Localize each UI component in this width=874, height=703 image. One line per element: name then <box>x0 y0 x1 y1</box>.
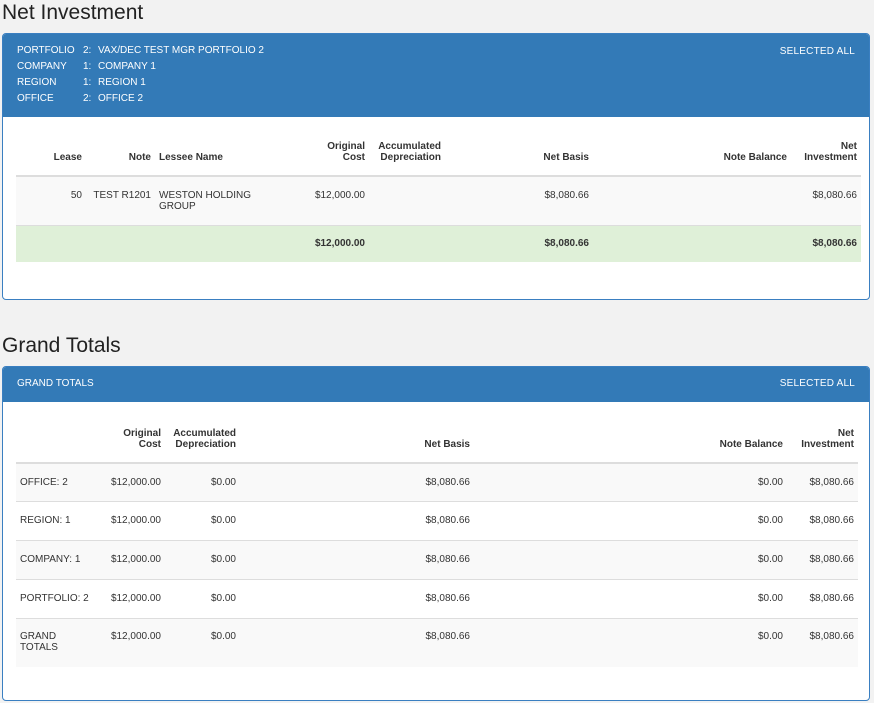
total-cell-note <box>86 224 155 262</box>
cell-note-balance: $0.00 <box>474 539 787 579</box>
cell-net-basis: $8,080.66 <box>445 175 593 225</box>
grand-totals-panel: GRAND TOTALS SELECTED ALL Original Cost A… <box>2 366 870 701</box>
cell-net-basis: $8,080.66 <box>240 578 474 618</box>
table-row: REGION: 1 $12,000.00 $0.00 $8,080.66 $0.… <box>16 500 858 540</box>
header-num: 1: <box>83 77 92 88</box>
table-row: OFFICE: 2 $12,000.00 $0.00 $8,080.66 $0.… <box>16 462 858 501</box>
total-cell-note-balance <box>593 224 791 262</box>
cell-original-cost: $12,000.00 <box>102 617 165 667</box>
header-num: 1: <box>83 61 92 72</box>
col-net-basis: Net Basis <box>240 427 474 464</box>
cell-net-basis: $8,080.66 <box>240 617 474 667</box>
cell-net-investment: $8,080.66 <box>787 462 858 501</box>
header-row-portfolio: PORTFOLIO 2: VAX/DEC TEST MGR PORTFOLIO 2 <box>17 43 264 59</box>
grand-totals-panel-header: GRAND TOTALS SELECTED ALL <box>3 367 869 402</box>
total-cell-lease <box>16 224 86 262</box>
cell-note-balance: $0.00 <box>474 578 787 618</box>
col-original-cost: Original Cost <box>289 141 369 177</box>
page-title-grand-totals: Grand Totals <box>2 334 121 357</box>
total-cell-lessee-name <box>155 224 289 262</box>
cell-net-basis: $8,080.66 <box>240 539 474 579</box>
cell-net-basis: $8,080.66 <box>240 462 474 501</box>
cell-label: COMPANY: 1 <box>16 539 102 579</box>
col-lease: Lease <box>16 141 86 177</box>
total-row: $12,000.00 $8,080.66 $8,080.66 <box>16 224 861 262</box>
cell-accumulated-depreciation: $0.00 <box>165 500 240 540</box>
cell-label: GRAND TOTALS <box>16 617 102 667</box>
header-key: COMPANY <box>17 61 67 72</box>
cell-accumulated-depreciation: $0.00 <box>165 539 240 579</box>
cell-accumulated-depreciation: $0.00 <box>165 462 240 501</box>
net-investment-table: Lease Note Lessee Name Original Cost Accu… <box>16 141 861 262</box>
cell-accumulated-depreciation: $0.00 <box>165 617 240 667</box>
cell-label: REGION: 1 <box>16 500 102 540</box>
col-net-basis: Net Basis <box>445 141 593 177</box>
header-row-region: REGION 1: REGION 1 <box>17 75 146 91</box>
col-original-cost: Original Cost <box>102 427 165 464</box>
total-net-investment: $8,080.66 <box>791 224 861 262</box>
cell-label: OFFICE: 2 <box>16 462 102 501</box>
grand-totals-header-label: GRAND TOTALS <box>17 378 94 389</box>
cell-lease: 50 <box>16 175 86 225</box>
selected-all-label: SELECTED ALL <box>779 378 855 389</box>
col-note-balance: Note Balance <box>474 427 787 464</box>
header-value: OFFICE 2 <box>98 93 144 104</box>
total-cell-accumulated <box>369 224 445 262</box>
cell-original-cost: $12,000.00 <box>102 500 165 540</box>
cell-label: PORTFOLIO: 2 <box>16 578 102 618</box>
col-net-investment: Net Investment <box>791 141 861 177</box>
total-net-basis: $8,080.66 <box>445 224 593 262</box>
total-original-cost: $12,000.00 <box>289 224 369 262</box>
header-num: 2: <box>83 45 92 56</box>
header-key: REGION <box>17 77 57 88</box>
cell-original-cost: $12,000.00 <box>102 539 165 579</box>
header-value: COMPANY 1 <box>98 61 156 72</box>
selected-all-label: SELECTED ALL <box>779 46 855 57</box>
col-lessee-name: Lessee Name <box>155 141 289 177</box>
header-value: VAX/DEC TEST MGR PORTFOLIO 2 <box>98 45 264 56</box>
cell-net-investment: $8,080.66 <box>787 500 858 540</box>
cell-original-cost: $12,000.00 <box>289 175 369 225</box>
net-investment-panel: PORTFOLIO 2: VAX/DEC TEST MGR PORTFOLIO 2 … <box>2 33 870 300</box>
header-num: 2: <box>83 93 92 104</box>
cell-note-balance: $0.00 <box>474 617 787 667</box>
net-investment-panel-header: PORTFOLIO 2: VAX/DEC TEST MGR PORTFOLIO 2 … <box>3 34 869 117</box>
header-key: PORTFOLIO <box>17 45 75 56</box>
cell-net-investment: $8,080.66 <box>787 578 858 618</box>
table-row: COMPANY: 1 $12,000.00 $0.00 $8,080.66 $0… <box>16 539 858 579</box>
col-accumulated-depreciation: Accumulated Depreciation <box>165 427 240 464</box>
cell-lessee-name: WESTON HOLDING GROUP <box>155 175 289 225</box>
table-row: 50 TEST R1201 WESTON HOLDING GROUP $12,00… <box>16 175 861 225</box>
grand-totals-table: Original Cost Accumulated Depreciation Net… <box>16 427 858 667</box>
col-accumulated-depreciation: Accumulated Depreciation <box>369 141 445 177</box>
cell-note-balance: $0.00 <box>474 462 787 501</box>
header-row-office: OFFICE 2: OFFICE 2 <box>17 91 143 107</box>
cell-accumulated-depreciation <box>369 175 445 225</box>
cell-accumulated-depreciation: $0.00 <box>165 578 240 618</box>
cell-original-cost: $12,000.00 <box>102 578 165 618</box>
cell-net-investment: $8,080.66 <box>791 175 861 225</box>
cell-note: TEST R1201 <box>86 175 155 225</box>
col-net-investment: Net Investment <box>787 427 858 464</box>
cell-net-investment: $8,080.66 <box>787 617 858 667</box>
header-row-company: COMPANY 1: COMPANY 1 <box>17 59 156 75</box>
cell-note-balance: $0.00 <box>474 500 787 540</box>
header-key: OFFICE <box>17 93 54 104</box>
col-label <box>16 427 102 464</box>
cell-original-cost: $12,000.00 <box>102 462 165 501</box>
header-value: REGION 1 <box>98 77 146 88</box>
table-row: PORTFOLIO: 2 $12,000.00 $0.00 $8,080.66 … <box>16 578 858 618</box>
col-note-balance: Note Balance <box>593 141 791 177</box>
page-title-net-investment: Net Investment <box>2 1 144 24</box>
cell-net-investment: $8,080.66 <box>787 539 858 579</box>
table-header-row: Lease Note Lessee Name Original Cost Accu… <box>16 141 861 177</box>
cell-note-balance <box>593 175 791 225</box>
col-note: Note <box>86 141 155 177</box>
cell-net-basis: $8,080.66 <box>240 500 474 540</box>
table-header-row: Original Cost Accumulated Depreciation Net… <box>16 427 858 464</box>
table-row-grand-totals: GRAND TOTALS $12,000.00 $0.00 $8,080.66 $… <box>16 617 858 667</box>
